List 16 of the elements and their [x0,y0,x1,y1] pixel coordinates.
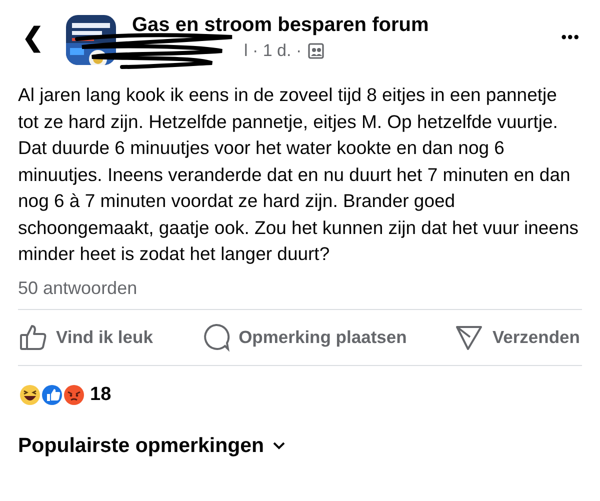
reaction-count[interactable]: 18 [90,384,112,406]
chevron-down-icon [272,441,286,450]
replies-count[interactable]: 50 antwoorden [18,278,138,298]
like-button[interactable]: Vind ik leuk [56,326,153,348]
group-name[interactable]: Gas en stroom besparen forum [132,12,562,36]
more-options-icon[interactable]: ••• [561,28,580,46]
group-icon [308,42,324,58]
thumbs-up-icon [40,382,64,406]
comment-button[interactable]: Opmerking plaatsen [238,326,407,348]
thumbs-up-icon [18,322,48,352]
angry-face-icon [62,382,86,406]
post-meta: l · 1 d. · [244,40,302,60]
send-button[interactable]: Verzenden [492,326,580,348]
comments-sort-dropdown[interactable]: Populairste opmerkingen [18,434,264,458]
post-text: Al jaren lang kook ik eens in de zoveel tijd 8 eitjes in een pannetje tot ze hard zijn. Hetzelfde pannetje, eitjes M. Op hetzelfde vuurtje. Dat duurde 6 minuutjes voor het water kookte en dan nog 6 minuutjes. Ineens veranderde dat en nu duurt het 7 minuten en dan nog 6 à 7 minuten voordat ze hard zijn. Brander goed schoongemaakt, gaatje ook. Zou het kunnen zijn dat het vuur ineens minder heet is zodat het langer duurt? [18,83,580,266]
laughing-face-icon [18,382,42,406]
